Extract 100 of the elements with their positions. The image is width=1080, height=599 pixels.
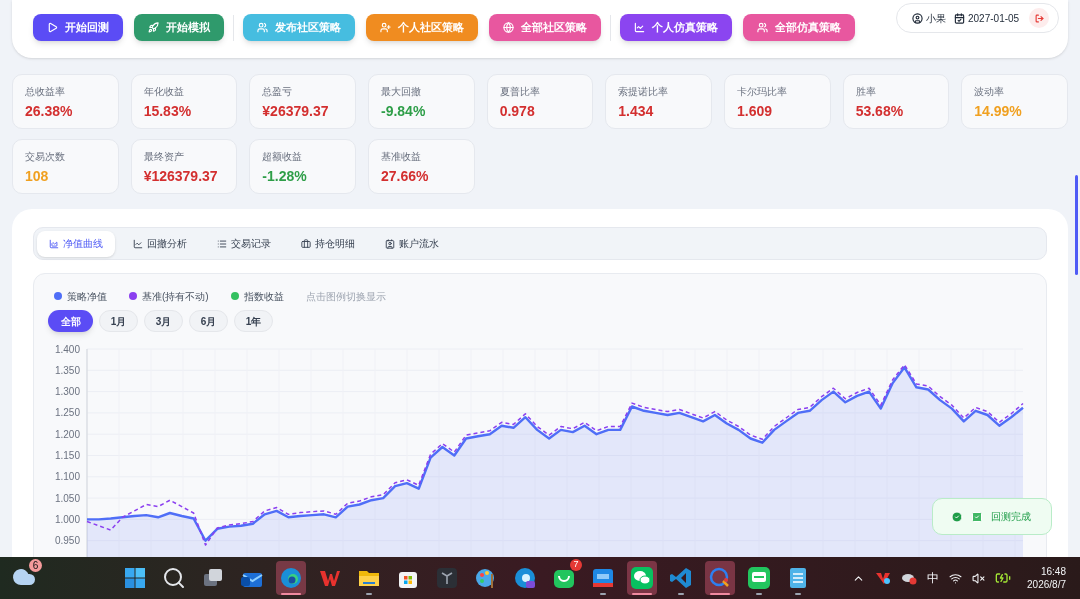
metric-value: ¥26379.37: [262, 102, 330, 120]
browser-icon[interactable]: [513, 566, 537, 590]
metric-label: 总收益率: [25, 86, 66, 98]
metric-value: 27.66%: [381, 167, 430, 185]
tab[interactable]: 交易记录: [205, 230, 283, 257]
running-indicator: [600, 593, 606, 595]
tab-icon: [217, 238, 227, 249]
metric-label: 波动率: [974, 86, 1006, 98]
metric-value: 108: [25, 167, 50, 185]
y-tick-label: 1.300: [54, 386, 80, 398]
user-date: 2027-01-05: [968, 11, 1020, 26]
toolbar-button[interactable]: 开始模拟: [134, 14, 224, 41]
scrollbar-thumb[interactable]: [1075, 175, 1078, 275]
range-button[interactable]: 全部: [48, 310, 93, 332]
range-button[interactable]: 3月: [144, 310, 183, 332]
battery-icon[interactable]: [995, 570, 1012, 586]
range-button[interactable]: 1年: [234, 310, 273, 332]
y-tick-label: 1.350: [54, 364, 80, 376]
tab-icon: [301, 238, 311, 249]
y-tick-label: 0.950: [54, 535, 80, 547]
metric-label: 超额收益: [262, 151, 304, 163]
running-indicator: [366, 593, 372, 595]
notification-badge: 6: [29, 559, 42, 572]
legend-label[interactable]: 策略净值: [67, 288, 107, 304]
y-tick-label: 1.200: [54, 428, 80, 440]
button-icon: [148, 22, 159, 33]
logout-icon: [1034, 13, 1044, 23]
metric-label: 胜率: [855, 86, 877, 98]
y-tick-label: 1.250: [54, 407, 80, 419]
user-name: 小果: [926, 11, 946, 26]
metric-value: ¥126379.37: [143, 167, 219, 185]
metric-value: 26.38%: [25, 102, 74, 120]
button-icon: [503, 22, 514, 33]
metric-value: 15.83%: [143, 102, 193, 120]
legend-hint: 点击图例切换显示: [305, 289, 386, 304]
message-icon[interactable]: [747, 566, 771, 590]
toolbar-button[interactable]: 个人仿真策略: [620, 14, 732, 41]
metric-value: -9.84%: [381, 102, 427, 120]
range-button[interactable]: 6月: [189, 310, 228, 332]
legend-label[interactable]: 基准(持有不动): [142, 288, 209, 304]
y-tick-label: 1.150: [54, 450, 80, 461]
notification-badge: 7: [570, 559, 582, 571]
search-icon[interactable]: [162, 566, 186, 590]
calendar-icon: [954, 12, 965, 24]
range-button[interactable]: 1月: [99, 310, 138, 332]
metric-label: 索提诺比率: [618, 86, 670, 98]
y-tick-label: 1.000: [54, 513, 80, 525]
logout-button[interactable]: [1029, 8, 1050, 28]
check-circle-icon: [951, 510, 963, 523]
metric-label: 夏普比率: [499, 86, 541, 98]
tab-icon: [49, 238, 59, 249]
clock-date[interactable]: 2026/8/7: [1027, 578, 1066, 591]
start-icon[interactable]: [123, 566, 147, 590]
button-icon: [47, 22, 58, 33]
button-icon: [257, 22, 268, 33]
cloud-sync-icon[interactable]: [875, 571, 892, 585]
metric-value: 14.99%: [974, 102, 1023, 120]
metric-label: 交易次数: [25, 151, 66, 163]
tab-icon: [385, 238, 395, 249]
checkbox-icon: [971, 510, 983, 523]
user-icon: [912, 12, 923, 24]
volume-muted-icon[interactable]: [972, 571, 986, 585]
legend-label[interactable]: 指数收益: [243, 288, 284, 304]
toast-message: 回测完成: [991, 510, 1031, 524]
metric-value: 1.434: [618, 102, 655, 120]
y-tick-label: 1.400: [54, 343, 80, 355]
wifi-icon[interactable]: [949, 571, 963, 585]
running-indicator: [281, 593, 301, 595]
metric-label: 最终资产: [143, 151, 185, 163]
tab-icon: [133, 238, 143, 249]
metric-value: 1.609: [737, 102, 774, 120]
metric-value: -1.28%: [262, 167, 308, 185]
y-tick-label: 1.050: [54, 492, 80, 504]
input-method[interactable]: 中: [927, 569, 940, 587]
running-indicator: [678, 593, 684, 595]
chat-icon[interactable]: [630, 566, 654, 590]
cloud-error-icon[interactable]: [901, 571, 918, 585]
tab[interactable]: 持仓明细: [289, 230, 367, 257]
running-indicator: [756, 593, 762, 595]
tab[interactable]: 净值曲线: [37, 230, 115, 257]
metric-label: 年化收益: [143, 86, 185, 98]
running-indicator: [632, 593, 652, 595]
tab[interactable]: 账户流水: [373, 230, 451, 257]
toolbar-button[interactable]: 开始回测: [33, 14, 123, 41]
metric-label: 基准收益: [381, 151, 422, 163]
clock-time[interactable]: 16:48: [1040, 565, 1066, 578]
button-icon: [380, 22, 391, 33]
metric-value: 53.68%: [855, 102, 905, 120]
tab[interactable]: 回撤分析: [121, 230, 199, 257]
metric-label: 最大回撤: [381, 86, 422, 98]
y-tick-label: 1.100: [54, 471, 80, 483]
ticket-icon[interactable]: [591, 566, 615, 590]
button-icon: [634, 22, 645, 33]
running-indicator: [710, 593, 730, 595]
cube-icon[interactable]: [435, 566, 459, 590]
button-icon: [757, 22, 768, 33]
metric-label: 总盈亏: [262, 86, 294, 98]
code-editor-icon[interactable]: [669, 566, 693, 590]
running-indicator: [795, 593, 801, 595]
metric-value: 0.978: [499, 102, 536, 120]
